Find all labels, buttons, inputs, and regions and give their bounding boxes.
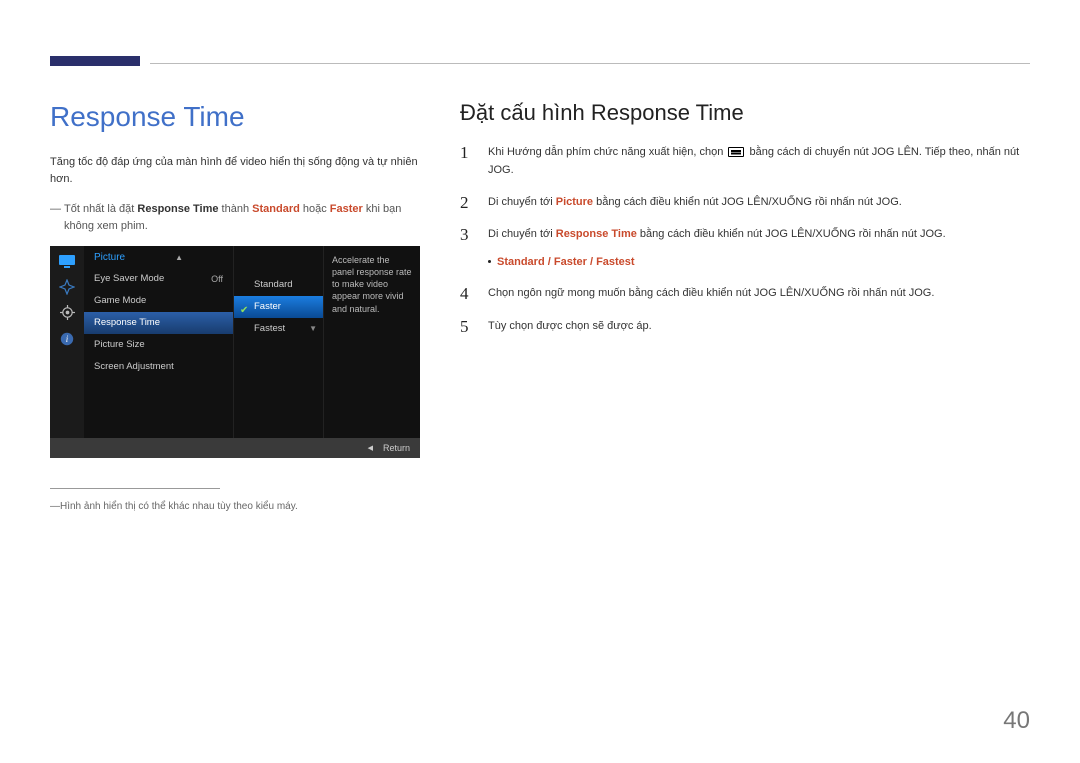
manual-page: Response Time Tăng tốc độ đáp ứng của mà… <box>0 0 1080 763</box>
header-accent-bar <box>50 56 140 66</box>
step-text: Tùy chọn được chọn sẽ được áp. <box>488 318 652 337</box>
osd-return-label: Return <box>383 443 410 453</box>
osd-description-column: Accelerate the panel response rate to ma… <box>324 246 420 438</box>
menu-icon <box>728 147 744 157</box>
right-column: Đặt cấu hình Response Time 1 Khi Hướng dẫ… <box>460 100 1030 514</box>
note-dash: ― <box>50 201 61 219</box>
note-seg: thành <box>219 203 253 215</box>
footnote-dash: ― <box>50 499 60 514</box>
settings-tab-icon <box>58 306 76 320</box>
osd-menu-item: Game Mode <box>84 290 233 312</box>
highlighted-term: Response Time <box>556 228 637 240</box>
page-number: 40 <box>1003 707 1030 735</box>
step-text-segment: Di chuyển tới <box>488 228 556 240</box>
osd-submenu-list: Standard ✔Faster Fastest ▼ <box>234 274 323 340</box>
osd-submenu-item-label: Fastest <box>254 323 285 334</box>
osd-submenu-item: ✔Faster <box>234 296 323 318</box>
footnote-text: ― Hình ảnh hiển thị có thể khác nhau tùy… <box>50 499 420 514</box>
information-tab-icon: i <box>58 332 76 346</box>
osd-menu-list: Eye Saver Mode Off Game Mode Response Time P… <box>84 268 233 378</box>
section-heading: Response Time <box>50 100 420 134</box>
step-number: 1 <box>460 144 474 179</box>
step-item: 1 Khi Hướng dẫn phím chức năng xuất hiện,… <box>460 144 1030 179</box>
osd-submenu-item: Fastest ▼ <box>234 318 323 340</box>
osd-menu-item: Picture Size <box>84 334 233 356</box>
step-number: 2 <box>460 194 474 213</box>
note-option: Standard <box>252 203 300 215</box>
osd-footer: ◀ Return <box>50 438 420 458</box>
step-item: 5 Tùy chọn được chọn sẽ được áp. <box>460 318 1030 337</box>
osd-screenshot: i Picture ▲ Eye Saver Mode Off Game Mode Res… <box>50 246 420 458</box>
scroll-down-arrow-icon: ▼ <box>309 318 317 340</box>
note-seg: Tốt nhất là đặt <box>64 203 137 215</box>
osd-main: Picture ▲ Eye Saver Mode Off Game Mode Respo… <box>84 246 420 438</box>
osd-menu-item-value: Off <box>211 268 223 290</box>
osd-title-text: Picture <box>94 252 125 263</box>
content-columns: Response Time Tăng tốc độ đáp ứng của mà… <box>50 100 1030 514</box>
step-number: 3 <box>460 226 474 271</box>
highlighted-term: Picture <box>556 196 593 208</box>
option-separator: / <box>545 256 554 268</box>
footnote-rule <box>50 488 220 489</box>
step-text-segment: bằng cách điều khiển nút JOG LÊN/XUỐNG r… <box>593 196 902 208</box>
osd-menu-title: Picture ▲ <box>84 246 233 268</box>
left-column: Response Time Tăng tốc độ đáp ứng của mà… <box>50 100 420 514</box>
osd-menu-item-label: Picture Size <box>94 339 145 350</box>
header-rule <box>150 63 1030 64</box>
subsection-heading: Đặt cấu hình Response Time <box>460 100 1030 126</box>
osd-menu-item-label: Game Mode <box>94 295 146 306</box>
osd-submenu-item: Standard <box>234 274 323 296</box>
intro-text: Tăng tốc độ đáp ứng của màn hình để vide… <box>50 154 420 189</box>
step-item: 4 Chọn ngôn ngữ mong muốn bằng cách điều … <box>460 285 1030 304</box>
option-value: Standard <box>497 256 545 268</box>
step-text: Khi Hướng dẫn phím chức năng xuất hiện, … <box>488 144 1030 179</box>
scroll-up-arrow-icon: ▲ <box>175 253 183 262</box>
osd-menu-item-label: Response Time <box>94 317 160 328</box>
option-separator: / <box>587 256 596 268</box>
option-value: Faster <box>554 256 587 268</box>
step-text: Di chuyển tới Picture bằng cách điều khi… <box>488 194 902 213</box>
option-value: Fastest <box>596 256 635 268</box>
osd-menu-item: Screen Adjustment <box>84 356 233 378</box>
step-text-segment: Tùy chọn được chọn sẽ được áp. <box>488 320 652 332</box>
steps-list: 1 Khi Hướng dẫn phím chức năng xuất hiện,… <box>460 144 1030 336</box>
note-text: ― Tốt nhất là đặt Response Time thành St… <box>50 201 420 236</box>
osd-submenu-item-label: Standard <box>254 279 293 290</box>
onscreen-display-tab-icon <box>58 280 76 294</box>
step-text-segment: bằng cách điều khiển nút JOG LÊN/XUỐNG r… <box>637 228 946 240</box>
osd-menu-item-label: Eye Saver Mode <box>94 273 164 284</box>
note-highlight: Response Time <box>137 203 218 215</box>
options-line: Standard / Faster / Fastest <box>488 254 946 272</box>
osd-menu-item: Response Time <box>84 312 233 334</box>
osd-submenu-item-label: Faster <box>254 301 281 312</box>
note-seg: hoặc <box>300 203 330 215</box>
step-item: 2 Di chuyển tới Picture bằng cách điều kh… <box>460 194 1030 213</box>
bullet-icon <box>488 260 491 263</box>
step-item: 3 Di chuyển tới Response Time bằng cách đ… <box>460 226 1030 271</box>
back-arrow-icon: ◀ <box>368 444 373 452</box>
step-text: Di chuyển tới Response Time bằng cách đi… <box>488 226 946 271</box>
picture-tab-icon <box>58 254 76 268</box>
note-option: Faster <box>330 203 363 215</box>
step-text-segment: Di chuyển tới <box>488 196 556 208</box>
footnote-content: Hình ảnh hiển thị có thể khác nhau tùy t… <box>60 501 298 512</box>
osd-menu-item: Eye Saver Mode Off <box>84 268 233 290</box>
osd-menu-item-label: Screen Adjustment <box>94 361 174 372</box>
osd-sidebar: i <box>50 246 84 438</box>
osd-submenu-column: Standard ✔Faster Fastest ▼ <box>234 246 324 438</box>
osd-spacer <box>234 246 323 274</box>
step-number: 4 <box>460 285 474 304</box>
step-text-segment: Khi Hướng dẫn phím chức năng xuất hiện, … <box>488 146 726 158</box>
step-text-segment: Chọn ngôn ngữ mong muốn bằng cách điều k… <box>488 287 934 299</box>
step-text: Chọn ngôn ngữ mong muốn bằng cách điều k… <box>488 285 934 304</box>
osd-menu-column: Picture ▲ Eye Saver Mode Off Game Mode Respo… <box>84 246 234 438</box>
step-number: 5 <box>460 318 474 337</box>
